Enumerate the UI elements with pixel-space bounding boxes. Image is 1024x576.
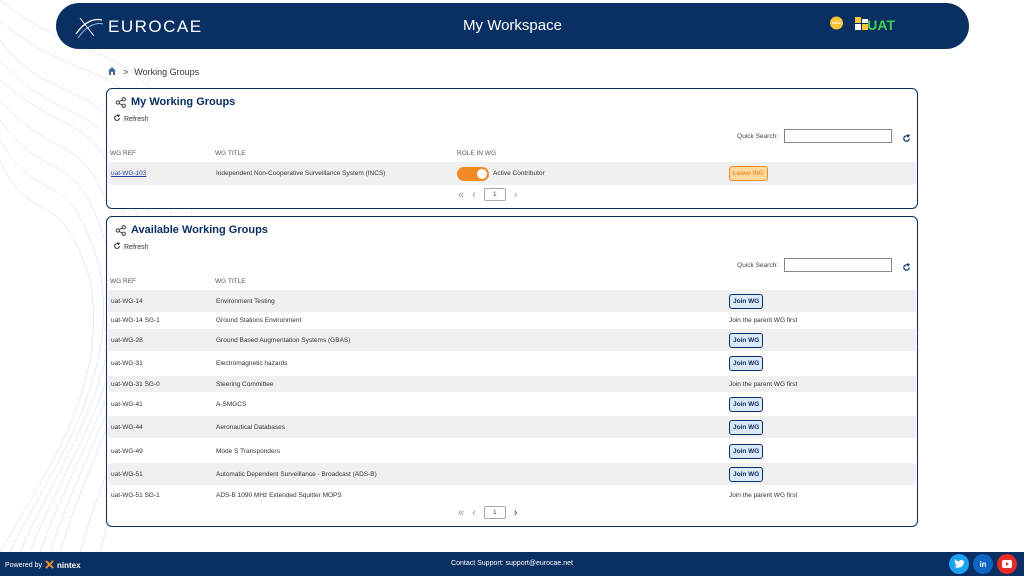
refresh-icon (113, 242, 121, 252)
wg-title: Electromagnetic hazards (216, 359, 288, 367)
first-page-icon[interactable]: « (458, 507, 464, 519)
quick-search: Quick Search: (737, 258, 892, 272)
wg-ref: uat-WG-31 (111, 359, 143, 367)
environment-label: UAT (867, 17, 895, 33)
table-row: uat-WG-14 Environment Testing Join WG (108, 290, 916, 312)
breadcrumb: > Working Groups (107, 66, 199, 78)
share-icon (115, 96, 126, 108)
table-row: uat-WG-103 Independent Non-Cooperative S… (108, 162, 916, 185)
wg-ref: uat-WG-14 (111, 297, 143, 305)
wg-title: Steering Committee (216, 380, 274, 388)
panel-title: My Working Groups (115, 96, 235, 108)
wg-ref: uat-WG-49 (111, 447, 143, 455)
linkedin-icon[interactable]: in (973, 554, 993, 574)
refresh-button[interactable]: Refresh (113, 242, 149, 252)
search-refresh-icon[interactable] (902, 130, 911, 148)
pagination: « ‹ 1 › (458, 188, 517, 201)
join-wg-button[interactable]: Join WG (729, 355, 764, 371)
my-working-groups-panel: My Working Groups Refresh Quick Search: … (106, 88, 918, 209)
prev-page-icon[interactable]: ‹ (472, 189, 476, 201)
join-wg-button[interactable]: Join WG (729, 466, 764, 482)
top-header: EUROCAE My Workspace UAT (56, 3, 969, 49)
wg-ref: uat-WG-44 (111, 423, 143, 431)
table-row: uat-WG-51 Automatic Dependent Surveillan… (108, 463, 916, 485)
breadcrumb-current: Working Groups (134, 67, 200, 77)
panel-title-text: My Working Groups (131, 96, 236, 108)
wg-title: Environment Testing (216, 297, 275, 305)
table-row: uat-WG-41 A-SMGCS Join WG (108, 393, 916, 415)
table-row: uat-WG-31 SG-0 Steering Committee Join t… (108, 376, 916, 392)
twitter-icon[interactable] (949, 554, 969, 574)
join-parent-note: Join the parent WG first (729, 491, 798, 499)
page-number-input[interactable]: 1 (483, 188, 506, 201)
wg-title: Ground Stations Environment (216, 316, 302, 324)
first-page-icon[interactable]: « (458, 189, 464, 201)
role-label: Active Contributor (493, 170, 545, 177)
column-header-wg-title[interactable]: WG TITLE (215, 278, 246, 285)
social-links: in (949, 554, 1017, 574)
join-wg-button[interactable]: Join WG (729, 419, 764, 435)
wg-title: Mode S Transponders (216, 447, 280, 455)
contact-support[interactable]: Contact Support: support@eurocae.net (0, 560, 1024, 567)
available-working-groups-panel: Available Working Groups Refresh Quick S… (106, 216, 918, 527)
role-toggle[interactable]: Active Contributor (457, 166, 545, 181)
wg-ref: uat-WG-41 (111, 400, 143, 408)
wg-title: Automatic Dependent Surveillance - Broad… (216, 470, 377, 478)
next-page-icon[interactable]: › (514, 507, 518, 519)
join-wg-button[interactable]: Join WG (729, 332, 764, 348)
wg-ref: uat-WG-51 SG-1 (111, 491, 160, 499)
refresh-label: Refresh (124, 243, 149, 251)
quick-search-label: Quick Search: (737, 261, 778, 269)
youtube-icon[interactable] (997, 554, 1017, 574)
wg-ref: uat-WG-31 SG-0 (111, 380, 160, 388)
footer: Powered by nintex Contact Support: suppo… (0, 552, 1024, 576)
table-row: uat-WG-14 SG-1 Ground Stations Environme… (108, 312, 916, 328)
join-wg-button[interactable]: Join WG (729, 443, 764, 459)
toggle-switch[interactable] (457, 166, 489, 181)
table-row: uat-WG-49 Mode S Transponders Join WG (108, 440, 916, 462)
home-icon[interactable] (107, 66, 117, 78)
chat-icon[interactable] (829, 16, 844, 36)
join-parent-note: Join the parent WG first (729, 316, 798, 324)
refresh-icon (113, 114, 121, 124)
join-parent-note: Join the parent WG first (729, 380, 798, 388)
column-header-role[interactable]: ROLE IN WG (457, 150, 496, 157)
join-wg-button[interactable]: Join WG (729, 396, 764, 412)
quick-search-input[interactable] (784, 258, 892, 272)
table-row: uat-WG-31 Electromagnetic hazards Join W… (108, 352, 916, 374)
table-row: uat-WG-44 Aeronautical Databases Join WG (108, 416, 916, 438)
wg-ref-link[interactable]: uat-WG-103 (111, 170, 146, 177)
column-header-wg-ref[interactable]: WG REF (110, 278, 136, 285)
pagination: « ‹ 1 › (458, 506, 517, 519)
table-row: uat-WG-28 Ground Based Augmentation Syst… (108, 329, 916, 351)
panel-title-text: Available Working Groups (131, 224, 268, 236)
wg-title: A-SMGCS (216, 400, 247, 408)
page-number-input[interactable]: 1 (483, 506, 506, 519)
panel-title: Available Working Groups (115, 224, 268, 236)
breadcrumb-separator: > (123, 67, 129, 77)
quick-search-label: Quick Search: (737, 132, 778, 140)
wg-ref: uat-WG-14 SG-1 (111, 316, 160, 324)
refresh-button[interactable]: Refresh (113, 114, 149, 124)
column-header-wg-title[interactable]: WG TITLE (215, 150, 246, 157)
table-row: uat-WG-51 SG-1 ADS-B 1090 MHz Extended S… (108, 487, 916, 503)
column-header-wg-ref[interactable]: WG REF (110, 150, 136, 157)
wg-title: Independent Non-Cooperative Surveillance… (216, 170, 386, 177)
next-page-icon[interactable]: › (514, 189, 518, 201)
wg-ref: uat-WG-51 (111, 470, 143, 478)
prev-page-icon[interactable]: ‹ (472, 507, 476, 519)
refresh-label: Refresh (124, 115, 149, 123)
search-refresh-icon[interactable] (902, 259, 911, 277)
quick-search-input[interactable] (784, 129, 892, 143)
wg-title: Aeronautical Databases (216, 423, 286, 431)
leave-wg-button[interactable]: Leave WG (729, 166, 768, 181)
join-wg-button[interactable]: Join WG (729, 293, 764, 309)
share-icon (115, 224, 126, 236)
wg-title: ADS-B 1090 MHz Extended Squitter MOPS (216, 491, 342, 499)
wg-ref: uat-WG-28 (111, 336, 143, 344)
quick-search: Quick Search: (737, 129, 892, 143)
wg-title: Ground Based Augmentation Systems (GBAS) (216, 336, 351, 344)
header-icons (829, 16, 869, 36)
